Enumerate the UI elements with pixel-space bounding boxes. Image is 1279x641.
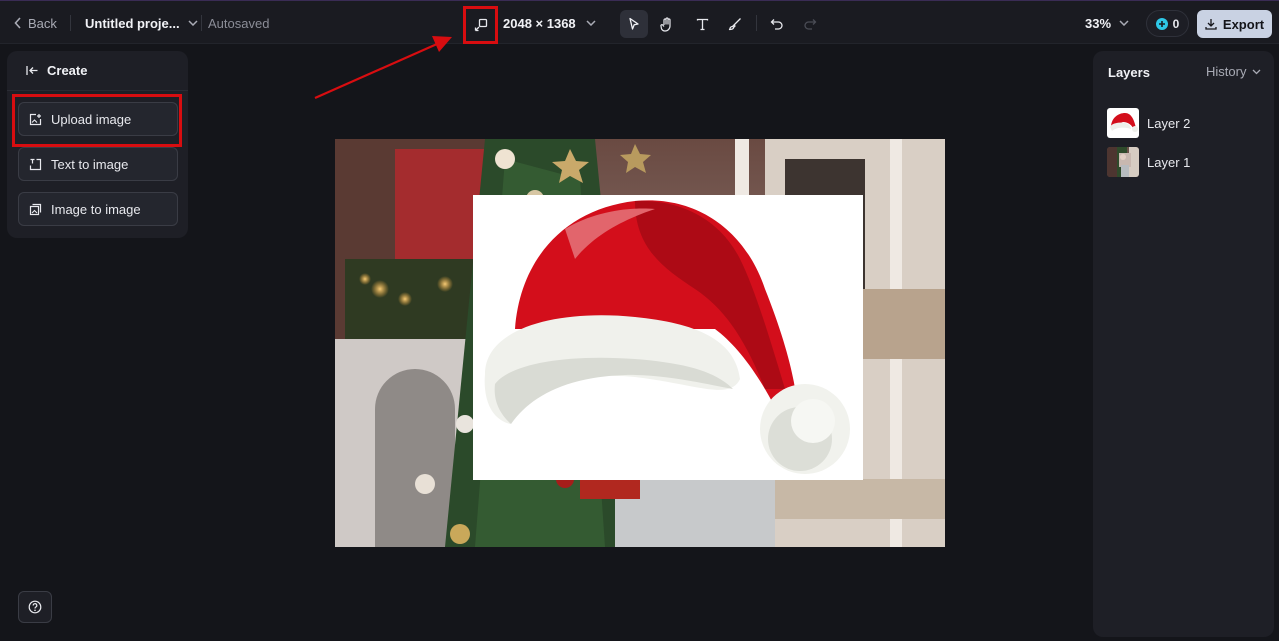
tab-history[interactable]: History [1206,64,1261,79]
hand-icon [660,16,671,32]
collapse-left-icon [26,66,38,75]
layer-1-label: Layer 1 [1147,154,1191,170]
tab-layers[interactable]: Layers [1108,65,1150,80]
credit-icon [1155,17,1168,30]
layer-2-santa-hat [473,195,863,480]
divider [756,15,757,31]
layer-item-2[interactable]: Layer 2 [1107,107,1267,139]
text-icon [696,18,708,30]
export-button[interactable]: Export [1197,10,1272,38]
canvas-size-dropdown[interactable]: 2048 × 1368 [503,1,596,45]
layer-item-1[interactable]: Layer 1 [1107,146,1267,178]
project-name: Untitled proje... [85,15,180,31]
canvas-size: 2048 × 1368 [503,15,576,31]
download-icon [1205,19,1217,30]
project-name-dropdown[interactable]: Untitled proje... [85,1,198,45]
autosaved-status: Autosaved [208,15,270,31]
help-icon [28,600,42,614]
redo-button[interactable] [796,10,824,38]
annotation-arrow [314,36,452,100]
chevron-down-icon [1252,69,1261,74]
chevron-left-icon [14,17,21,29]
credits-badge[interactable]: 0 [1146,10,1189,37]
editor-canvas[interactable] [335,139,945,547]
divider [201,15,202,31]
export-label: Export [1222,16,1265,32]
top-bar: Back Untitled proje... Autosaved 2048 × … [0,0,1279,44]
chevron-down-icon [586,20,596,26]
undo-button[interactable] [763,10,791,38]
brush-icon [728,18,741,31]
image-to-image-button[interactable]: Image to image [18,192,178,226]
undo-icon [770,18,783,30]
create-panel: Create Upload image Text to image Image … [7,51,188,238]
zoom-dropdown[interactable]: 33% [1085,1,1129,45]
layer-2-thumbnail [1107,108,1139,138]
credits-count: 0 [1172,16,1180,31]
chevron-down-icon [1119,20,1129,26]
text-to-image-button[interactable]: Text to image [18,147,178,181]
layer-2-label: Layer 2 [1147,115,1191,131]
resize-icon [474,18,487,32]
text-tool[interactable] [688,10,716,38]
hand-tool[interactable] [653,10,681,38]
upload-image-icon [29,113,42,125]
create-panel-header[interactable]: Create [7,51,188,91]
upload-image-label: Upload image [51,111,132,127]
select-tool[interactable] [620,10,648,38]
layers-panel: Layers History Layer 2 Layer 1 [1093,51,1274,637]
image-to-image-icon [29,203,42,215]
image-to-image-label: Image to image [51,201,141,217]
upload-image-button[interactable]: Upload image [18,102,178,136]
redo-icon [804,18,817,30]
history-label: History [1206,64,1247,79]
divider [70,15,71,31]
text-to-image-icon [29,158,42,170]
help-button[interactable] [18,591,52,623]
layer-1-thumbnail [1107,147,1139,177]
create-title: Create [47,63,88,78]
pointer-icon [629,17,639,30]
back-label: Back [28,15,57,31]
back-button[interactable]: Back [14,1,57,45]
zoom-level: 33% [1085,15,1112,31]
text-to-image-label: Text to image [51,156,129,172]
brush-tool[interactable] [721,10,749,38]
canvas-image [335,139,945,547]
chevron-down-icon [188,20,198,26]
